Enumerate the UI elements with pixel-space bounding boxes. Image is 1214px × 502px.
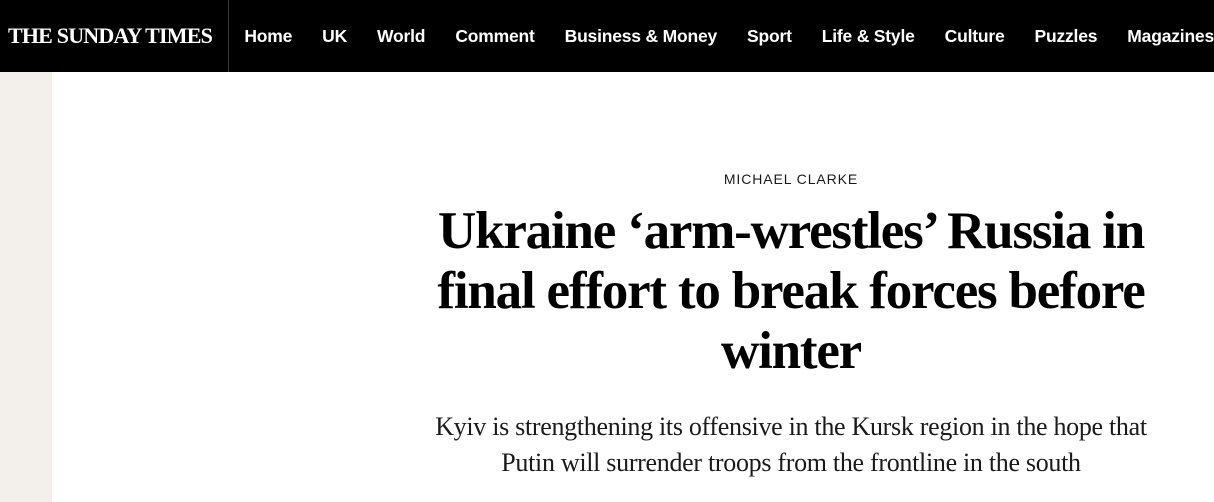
nav-item-sport[interactable]: Sport <box>747 26 792 47</box>
nav-item-culture[interactable]: Culture <box>945 26 1005 47</box>
nav-item-life-style[interactable]: Life & Style <box>822 26 915 47</box>
nav-item-comment[interactable]: Comment <box>455 26 535 47</box>
author-byline[interactable]: MICHAEL CLARKE <box>370 171 1212 187</box>
article-header: MICHAEL CLARKE Ukraine ‘arm-wrestles’ Ru… <box>370 72 1212 481</box>
nav-item-magazines[interactable]: Magazines <box>1127 26 1214 47</box>
nav-item-business-money[interactable]: Business & Money <box>565 26 718 47</box>
nav-item-home[interactable]: Home <box>244 26 292 47</box>
nav-item-world[interactable]: World <box>377 26 425 47</box>
article-standfirst: Kyiv is strengthening its offensive in t… <box>435 412 1147 477</box>
nav-item-puzzles[interactable]: Puzzles <box>1035 26 1098 47</box>
article-headline: Ukraine ‘arm-wrestles’ Russia in final e… <box>437 202 1145 380</box>
primary-nav: Home UK World Comment Business & Money S… <box>229 0 1214 72</box>
nav-item-uk[interactable]: UK <box>322 26 347 47</box>
left-rail <box>0 72 52 502</box>
top-navigation-bar: THE SUNDAY TIMES Home UK World Comment B… <box>0 0 1214 72</box>
masthead-logo[interactable]: THE SUNDAY TIMES <box>0 0 230 72</box>
